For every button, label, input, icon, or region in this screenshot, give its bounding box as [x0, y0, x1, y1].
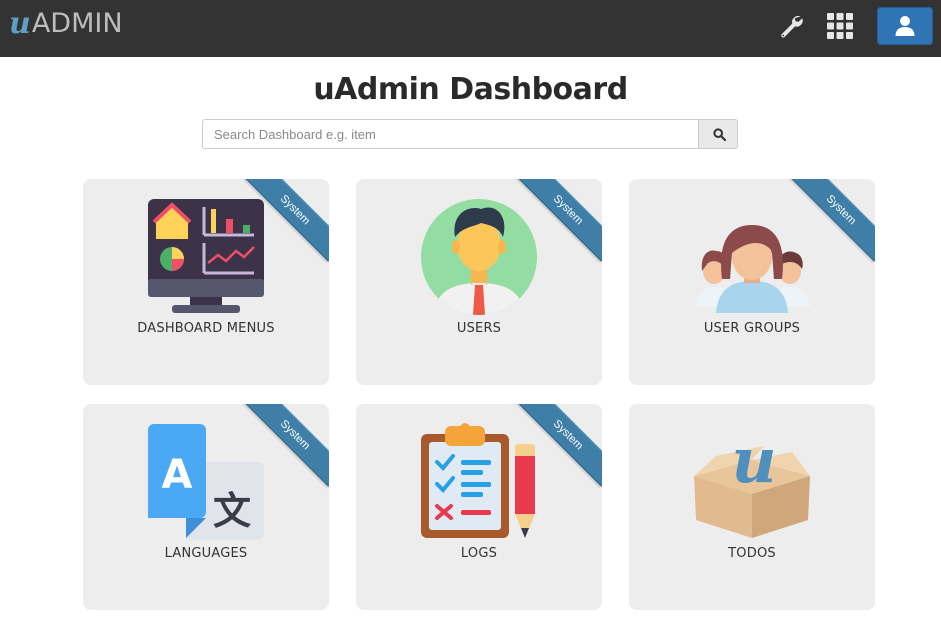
svg-text:文: 文	[213, 489, 251, 533]
card-label: LANGUAGES	[164, 546, 248, 561]
card-label: USERS	[456, 321, 502, 336]
card-languages[interactable]: A 文 LANGUAGES System	[83, 404, 329, 610]
search-bar	[202, 119, 738, 149]
svg-text:A: A	[162, 452, 193, 498]
card-label: LOGS	[460, 546, 498, 561]
page-title: uAdmin Dashboard	[313, 72, 628, 107]
top-navbar: u ADMIN	[0, 0, 941, 57]
search-input[interactable]	[202, 119, 699, 149]
account-button[interactable]	[877, 7, 933, 45]
card-label: USER GROUPS	[703, 321, 801, 336]
card-logs[interactable]: LOGS System	[356, 404, 602, 610]
uadmin-logo[interactable]: u ADMIN	[9, 7, 123, 41]
user-icon	[895, 16, 915, 36]
svg-text:u: u	[731, 424, 776, 497]
card-dashboard-menus[interactable]: DASHBOARD MENUS System	[83, 179, 329, 385]
card-user-groups[interactable]: USER GROUPS System	[629, 179, 875, 385]
box-logo-icon: u	[694, 424, 810, 538]
clipboard-checklist-icon	[421, 423, 535, 538]
card-todos[interactable]: u TODOS	[629, 404, 875, 610]
grid-icon[interactable]	[826, 12, 854, 40]
logo-u-mark: u	[9, 6, 31, 41]
user-group-icon	[696, 225, 810, 313]
wrench-icon[interactable]	[777, 12, 805, 40]
translate-icon: A 文	[148, 424, 264, 540]
user-avatar-icon	[421, 199, 537, 315]
dashboard-monitor-icon	[148, 199, 264, 313]
card-label: DASHBOARD MENUS	[137, 321, 275, 336]
search-button[interactable]	[698, 119, 738, 149]
card-label: TODOS	[728, 546, 776, 561]
logo-text: ADMIN	[31, 8, 123, 39]
search-icon	[713, 128, 726, 141]
card-users[interactable]: USERS System	[356, 179, 602, 385]
